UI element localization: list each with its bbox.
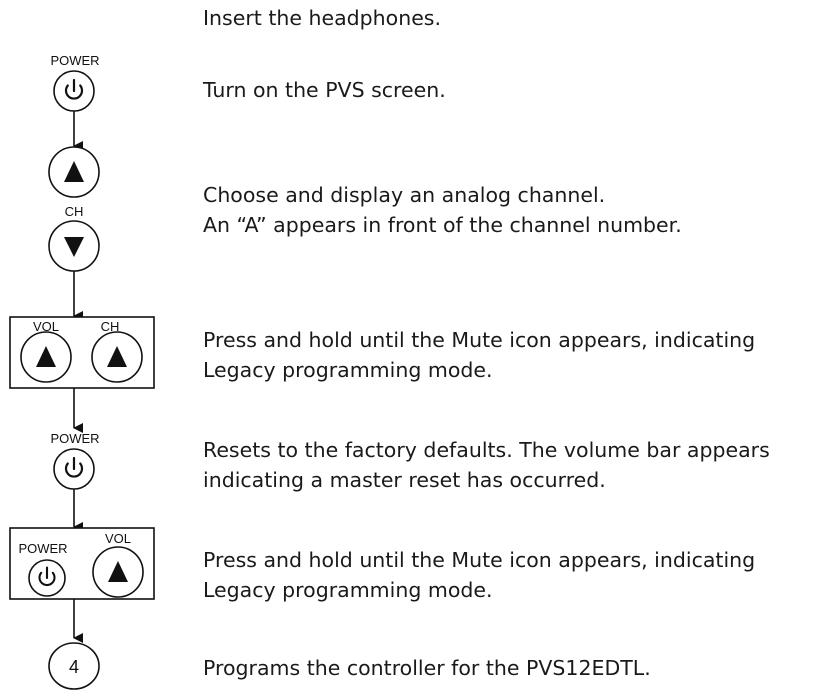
power-button-3[interactable] bbox=[28, 559, 66, 597]
step-4-line-2: Legacy programming mode. bbox=[203, 358, 493, 382]
digit-4-button[interactable]: 4 bbox=[48, 642, 100, 690]
step-2-text: Turn on the PVS screen. bbox=[203, 75, 446, 105]
ch-up-button-2[interactable] bbox=[91, 331, 143, 383]
power-label-2: POWER bbox=[50, 431, 99, 446]
digit-4-label: 4 bbox=[69, 657, 79, 677]
vol-up-button-2[interactable] bbox=[92, 546, 144, 598]
step-4-line-1: Press and hold until the Mute icon appea… bbox=[203, 328, 756, 352]
vol-up-button[interactable] bbox=[20, 331, 72, 383]
power-vol-combo-box: POWER VOL bbox=[9, 527, 155, 600]
step-6-line-2: Legacy programming mode. bbox=[203, 578, 493, 602]
vol-ch-combo-box: VOL CH bbox=[9, 316, 155, 389]
step-2-line-1: Turn on the PVS screen. bbox=[203, 78, 446, 102]
step-7-text: Programs the controller for the PVS12EDT… bbox=[203, 653, 651, 683]
ch-up-button[interactable] bbox=[48, 146, 100, 198]
ch-label-1: CH bbox=[65, 204, 84, 219]
step-5-line-1: Resets to the factory defaults. The volu… bbox=[203, 438, 770, 462]
step-5-text: Resets to the factory defaults. The volu… bbox=[203, 435, 770, 495]
step-6-line-1: Press and hold until the Mute icon appea… bbox=[203, 548, 756, 572]
power-button-2[interactable]: POWER bbox=[50, 431, 100, 490]
step-4-text: Press and hold until the Mute icon appea… bbox=[203, 325, 755, 385]
step-1-text: Insert the headphones. bbox=[203, 3, 441, 33]
step-3-line-1: Choose and display an analog channel. bbox=[203, 183, 606, 207]
power-button-1[interactable]: POWER bbox=[50, 53, 100, 112]
power-label-3: POWER bbox=[18, 541, 67, 556]
step-6-text: Press and hold until the Mute icon appea… bbox=[203, 545, 755, 605]
step-3-text: Choose and display an analog channel. An… bbox=[203, 180, 682, 240]
step-1-line-1: Insert the headphones. bbox=[203, 6, 442, 30]
step-5-line-2: indicating a master reset has occurred. bbox=[203, 468, 606, 492]
vol-label-2: VOL bbox=[105, 531, 131, 546]
step-3-line-2: An “A” appears in front of the channel n… bbox=[203, 213, 682, 237]
ch-down-button[interactable] bbox=[48, 220, 100, 272]
power-label-1: POWER bbox=[50, 53, 99, 68]
step-7-line-1: Programs the controller for the PVS12EDT… bbox=[203, 656, 651, 680]
